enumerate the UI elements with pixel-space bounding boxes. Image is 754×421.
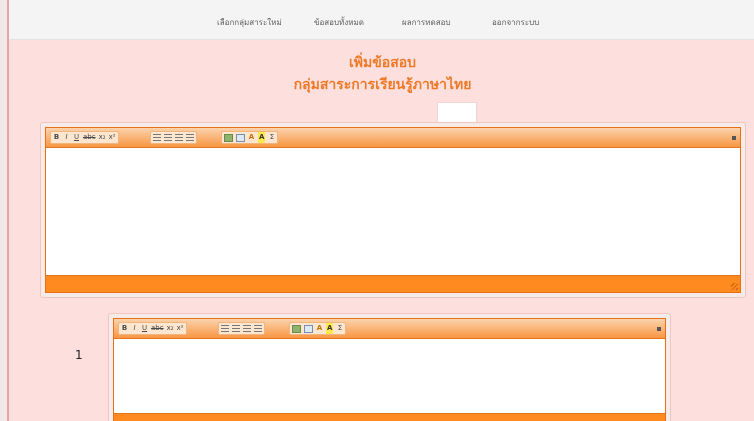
choice-editor-container: B I U abc x₂ x² A A Σ [108, 313, 671, 421]
choice-insert-image-icon[interactable] [292, 324, 301, 333]
highlight-color-button[interactable]: A [258, 132, 266, 143]
nav-all-exams[interactable]: ข้อสอบทั้งหมด [314, 16, 364, 29]
subscript-button[interactable]: x₂ [99, 132, 106, 143]
choice-underline-button[interactable]: U [141, 323, 148, 334]
underline-button[interactable]: U [73, 132, 80, 143]
toolbar-insert-group: A A Σ [221, 131, 279, 144]
choice-editor-toolbar: B I U abc x₂ x² A A Σ [114, 319, 665, 339]
choice-strikethrough-button[interactable]: abc [151, 323, 164, 334]
choice-collapse-toolbar-icon[interactable] [657, 327, 661, 331]
choice-align-center-icon[interactable] [232, 325, 240, 332]
collapse-toolbar-icon[interactable] [732, 136, 736, 140]
align-center-icon[interactable] [164, 134, 172, 141]
italic-button[interactable]: I [63, 132, 70, 143]
bold-button[interactable]: B [53, 132, 60, 143]
small-input-box[interactable] [437, 102, 477, 124]
editor-toolbar: B I U abc x₂ x² A A Σ [46, 128, 740, 148]
nav-test-results[interactable]: ผลการทดสอบ [402, 16, 450, 29]
choice-align-left-icon[interactable] [221, 325, 229, 332]
toolbar-format-group: B I U abc x₂ x² [50, 131, 119, 144]
choice-align-right-icon[interactable] [243, 325, 251, 332]
choice-number: 1 [75, 348, 83, 362]
choice-highlight-color-button[interactable]: A [326, 323, 334, 334]
top-navigation: เลือกกลุ่มสาระใหม่ ข้อสอบทั้งหมด ผลการทด… [9, 0, 754, 40]
page: เลือกกลุ่มสาระใหม่ ข้อสอบทั้งหมด ผลการทด… [7, 0, 754, 421]
insert-image-icon[interactable] [224, 133, 233, 142]
editor-status-bar [46, 276, 740, 292]
align-right-icon[interactable] [175, 134, 183, 141]
choice-font-color-button[interactable]: A [316, 323, 323, 334]
align-left-icon[interactable] [153, 134, 161, 141]
choice-insert-table-icon[interactable] [304, 324, 313, 333]
choice-editor-status-bar [114, 414, 665, 421]
align-justify-icon[interactable] [186, 134, 194, 141]
choice-superscript-button[interactable]: x² [177, 323, 184, 334]
choice-toolbar-format-group: B I U abc x₂ x² [118, 322, 187, 335]
strikethrough-button[interactable]: abc [83, 132, 96, 143]
choice-toolbar-insert-group: A A Σ [289, 322, 347, 335]
toolbar-align-group [150, 131, 197, 144]
choice-toolbar-align-group [218, 322, 265, 335]
choice-text-area[interactable] [114, 339, 665, 414]
choice-align-justify-icon[interactable] [254, 325, 262, 332]
insert-table-icon[interactable] [236, 133, 245, 142]
choice-subscript-button[interactable]: x₂ [167, 323, 174, 334]
page-title: เพิ่มข้อสอบ [348, 55, 417, 71]
nav-choose-subject[interactable]: เลือกกลุ่มสาระใหม่ [217, 16, 282, 29]
choice-symbol-button[interactable]: Σ [336, 323, 343, 334]
page-subtitle: กลุ่มสาระการเรียนรู้ภาษาไทย [293, 77, 472, 93]
superscript-button[interactable]: x² [109, 132, 116, 143]
font-color-button[interactable]: A [248, 132, 255, 143]
choice-bold-button[interactable]: B [121, 323, 128, 334]
question-editor-container: B I U abc x₂ x² A A Σ [40, 122, 746, 298]
nav-logout[interactable]: ออกจากระบบ [492, 16, 539, 29]
question-rich-text-editor: B I U abc x₂ x² A A Σ [45, 127, 741, 293]
choice-italic-button[interactable]: I [131, 323, 138, 334]
resize-grip-icon[interactable] [731, 283, 738, 290]
question-text-area[interactable] [46, 148, 740, 276]
choice-rich-text-editor: B I U abc x₂ x² A A Σ [113, 318, 666, 421]
symbol-button[interactable]: Σ [268, 132, 275, 143]
